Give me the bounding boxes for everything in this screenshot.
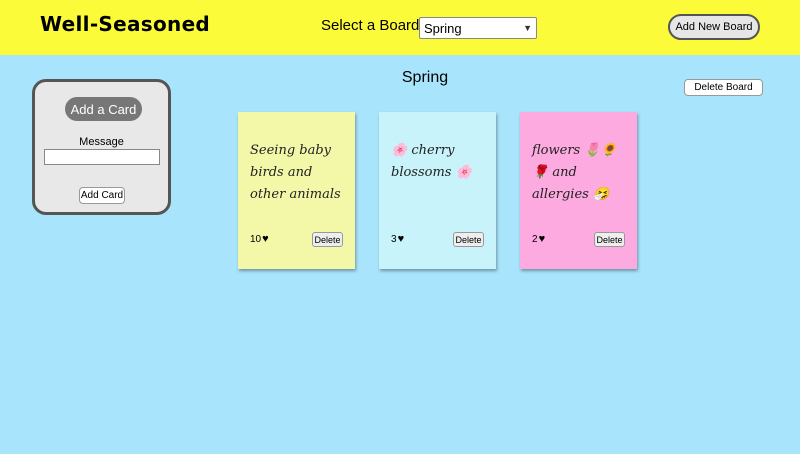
card-message: flowers 🌷🌻 🌹 and allergies 🤧 xyxy=(532,143,617,202)
card-message: Seeing baby birds and other animals xyxy=(250,143,341,202)
heart-icon: ♥ xyxy=(538,233,546,245)
delete-card-button[interactable]: Delete xyxy=(312,232,343,247)
delete-board-button[interactable]: Delete Board xyxy=(684,79,763,96)
add-card-button[interactable]: Add Card xyxy=(79,187,125,204)
chevron-down-icon: ▼ xyxy=(523,23,532,33)
like-button[interactable]: 10 ♥ xyxy=(250,233,269,245)
like-count: 2 xyxy=(532,233,538,245)
select-board-label: Select a Board xyxy=(321,17,420,34)
like-count: 10 xyxy=(250,233,262,245)
card: Seeing baby birds and other animals 10 ♥… xyxy=(238,112,355,269)
like-button[interactable]: 2 ♥ xyxy=(532,233,545,245)
board-select-value: Spring xyxy=(424,20,462,36)
card: 🌸 cherry blossoms 🌸 3 ♥ Delete xyxy=(379,112,496,269)
board-select[interactable]: Spring ▼ xyxy=(419,17,537,39)
header-bar: Well-Seasoned Select a Board Spring ▼ Ad… xyxy=(0,0,800,55)
card: flowers 🌷🌻 🌹 and allergies 🤧 2 ♥ Delete xyxy=(520,112,637,269)
add-new-board-button[interactable]: Add New Board xyxy=(668,14,760,40)
board-title: Spring xyxy=(401,69,449,86)
add-card-panel: Add a Card Message Add Card xyxy=(32,79,171,215)
message-input[interactable] xyxy=(44,149,160,165)
like-button[interactable]: 3 ♥ xyxy=(391,233,404,245)
app-logo: Well-Seasoned xyxy=(40,12,211,36)
delete-card-button[interactable]: Delete xyxy=(594,232,625,247)
heart-icon: ♥ xyxy=(397,233,405,245)
message-label: Message xyxy=(79,136,124,148)
delete-card-button[interactable]: Delete xyxy=(453,232,484,247)
card-message: 🌸 cherry blossoms 🌸 xyxy=(391,143,472,180)
heart-icon: ♥ xyxy=(262,233,269,245)
like-count: 3 xyxy=(391,233,397,245)
add-card-title: Add a Card xyxy=(65,97,142,121)
